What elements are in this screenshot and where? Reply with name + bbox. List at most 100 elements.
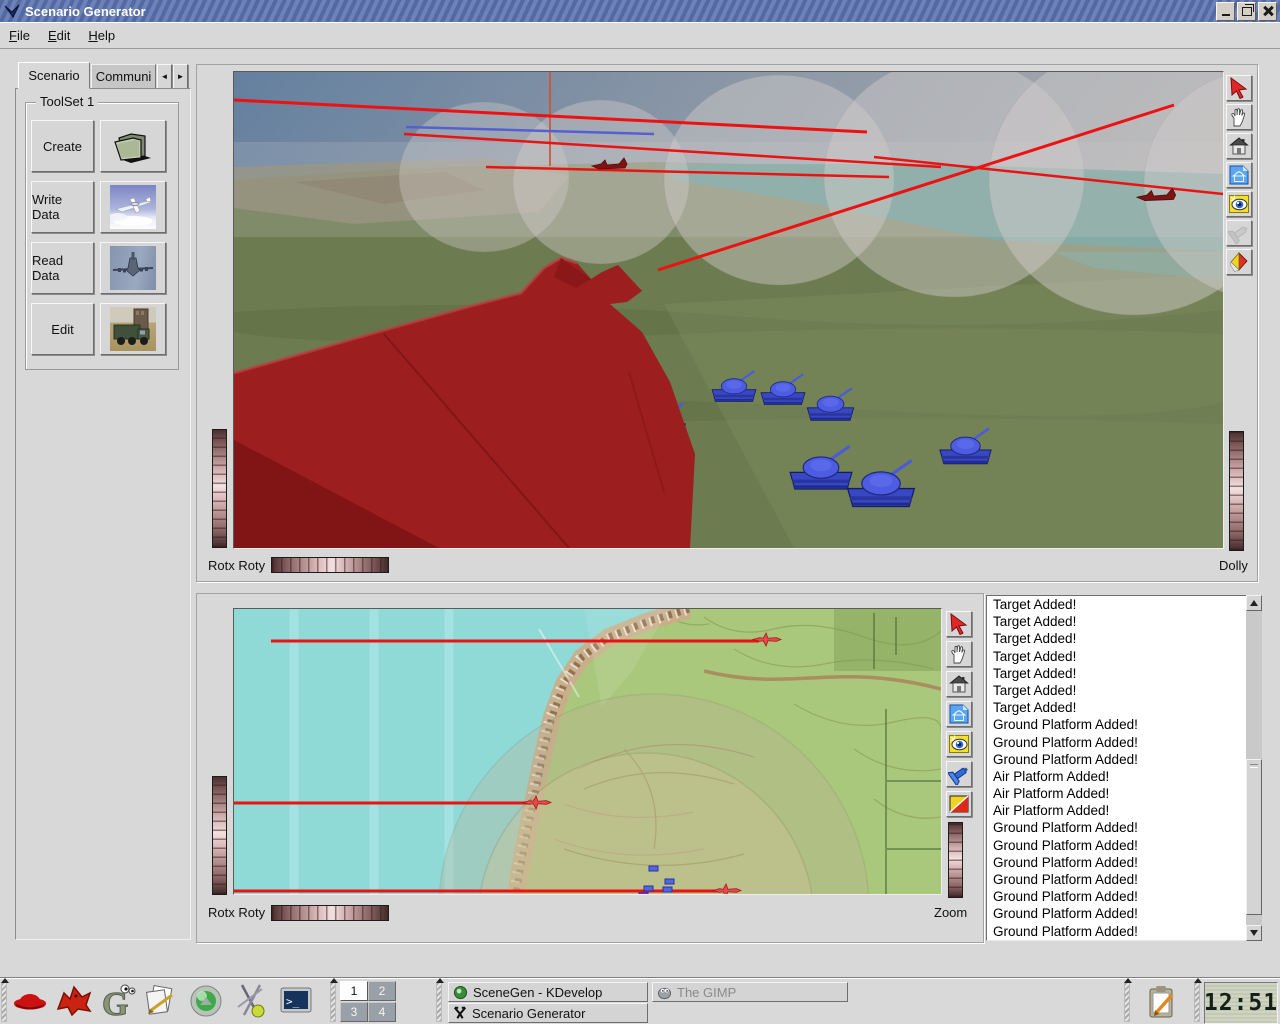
drawstyle-flag-icon [948, 793, 970, 815]
menubar: File Edit Help [0, 22, 1280, 49]
create-button[interactable]: Create [31, 120, 94, 172]
tab-scroll-right-button[interactable]: ► [173, 64, 188, 89]
pager-desktop-1[interactable]: 1 [340, 981, 368, 1001]
log-item: Target Added! [987, 648, 1247, 665]
gnome-launcher[interactable]: G [98, 981, 138, 1021]
clock-handle[interactable] [1194, 982, 1200, 1022]
pager-desktop-4[interactable]: 4 [368, 1002, 396, 1022]
log-scrollbar[interactable] [1246, 595, 1262, 941]
blueprint-home-button[interactable] [1226, 162, 1252, 188]
military-truck-photo-icon [110, 307, 156, 351]
headlight-button-disabled[interactable] [1226, 220, 1252, 246]
documents-launcher[interactable] [142, 981, 182, 1021]
task-the-gimp[interactable]: The GIMP [652, 982, 848, 1002]
select-arrow-icon [1228, 77, 1250, 99]
restore-button[interactable] [1237, 2, 1256, 21]
select-arrow-button[interactable] [946, 611, 972, 637]
view-eye-button[interactable] [1226, 191, 1252, 217]
log-item: Target Added! [987, 699, 1247, 716]
edit-button[interactable]: Edit [31, 303, 94, 355]
home-button[interactable] [946, 671, 972, 697]
headlight-button[interactable] [946, 761, 972, 787]
close-button[interactable] [1258, 2, 1277, 21]
headlight-icon [1228, 222, 1250, 244]
viewer2d-left-thumbwheel[interactable] [212, 776, 227, 895]
viewer2d-rot-thumbwheel[interactable] [271, 905, 389, 921]
log-item: Air Platform Added! [987, 785, 1247, 802]
home-icon [1228, 135, 1250, 157]
mozilla-launcher[interactable] [54, 981, 94, 1021]
log-item: Ground Platform Added! [987, 819, 1247, 836]
select-arrow-button[interactable] [1226, 75, 1252, 101]
home-icon [948, 673, 970, 695]
log-item: Target Added! [987, 613, 1247, 630]
log-item: Air Platform Added! [987, 802, 1247, 819]
arrow-up-icon [1250, 600, 1258, 606]
redhat-menu-icon [10, 981, 50, 1021]
tasklist-handle[interactable] [436, 982, 442, 1022]
scroll-down-button[interactable] [1246, 925, 1262, 941]
read-data-icon-button[interactable] [100, 242, 166, 294]
pan-hand-button[interactable] [1226, 104, 1252, 130]
pan-hand-button[interactable] [946, 641, 972, 667]
viewer2d-zoom-thumbwheel[interactable] [948, 822, 963, 898]
edit-icon-button[interactable] [100, 303, 166, 355]
menu-file[interactable]: File [0, 25, 39, 46]
scene-map [234, 609, 941, 894]
scrollbar-thumb[interactable] [1246, 759, 1262, 915]
write-data-button[interactable]: Write Data [31, 181, 94, 233]
drawstyle-button[interactable] [1226, 249, 1252, 275]
drawstyle-diamond-icon [1228, 251, 1250, 273]
svg-text:>_: >_ [286, 995, 300, 1008]
viewer3d-left-thumbwheel[interactable] [212, 429, 227, 548]
create-icon-button[interactable] [100, 120, 166, 172]
open-folder-icon [111, 126, 155, 166]
window-titlebar[interactable]: Scenario Generator [0, 0, 1280, 22]
read-data-button[interactable]: Read Data [31, 242, 94, 294]
minimize-button[interactable] [1216, 2, 1235, 21]
tab-communication[interactable]: Communi [91, 64, 156, 89]
klipper-button[interactable] [1142, 983, 1180, 1021]
drawstyle-button[interactable] [946, 791, 972, 817]
gimp-icon [657, 985, 672, 1000]
compass-launcher[interactable] [232, 981, 272, 1021]
log-item: Target Added! [987, 630, 1247, 647]
blueprint-home-button[interactable] [946, 701, 972, 727]
task-scenegen-kdevelop[interactable]: SceneGen - KDevelop [448, 982, 648, 1002]
event-log-list[interactable]: Target Added!Target Added!Target Added!T… [986, 595, 1248, 941]
tray-handle[interactable] [1124, 982, 1130, 1022]
menu-help[interactable]: Help [79, 25, 124, 46]
x-application-icon [453, 1006, 467, 1020]
viewer2d-zoom-label: Zoom [934, 905, 967, 920]
taskbar-clock[interactable]: 12:51 [1204, 982, 1278, 1024]
scene-3d [234, 72, 1223, 548]
panel-hide-handle-left[interactable] [1, 982, 7, 1022]
pager-handle[interactable] [330, 982, 336, 1022]
write-data-icon-button[interactable] [100, 181, 166, 233]
home-button[interactable] [1226, 133, 1252, 159]
window-title: Scenario Generator [25, 4, 146, 19]
menu-edit[interactable]: Edit [39, 25, 79, 46]
orb-launcher[interactable] [186, 981, 226, 1021]
pager-desktop-2[interactable]: 2 [368, 981, 396, 1001]
orb-icon [186, 981, 226, 1021]
pager-desktop-3[interactable]: 3 [340, 1002, 368, 1022]
tab-scenario[interactable]: Scenario [18, 62, 90, 89]
log-item: Ground Platform Added! [987, 888, 1247, 905]
viewer2d-render-area[interactable] [233, 608, 942, 895]
log-item: Ground Platform Added! [987, 923, 1247, 940]
viewer3d-dolly-label: Dolly [1219, 558, 1248, 573]
kmenu-redhat-button[interactable] [10, 981, 50, 1021]
log-item: Target Added! [987, 596, 1247, 613]
klipper-clipboard-icon [1142, 983, 1180, 1021]
scroll-up-button[interactable] [1246, 595, 1262, 611]
task-scenario-generator[interactable]: Scenario Generator [448, 1003, 648, 1023]
mozilla-icon [54, 981, 94, 1021]
viewer3d-dolly-thumbwheel[interactable] [1229, 431, 1244, 551]
view-eye-button[interactable] [946, 731, 972, 757]
viewer3d-rot-thumbwheel[interactable] [271, 557, 389, 573]
awacs-aircraft-photo-icon [110, 185, 156, 229]
tab-scroll-left-button[interactable]: ◄ [157, 64, 172, 89]
terminal-launcher[interactable]: >_ [276, 981, 316, 1021]
viewer3d-render-area[interactable] [233, 71, 1224, 549]
